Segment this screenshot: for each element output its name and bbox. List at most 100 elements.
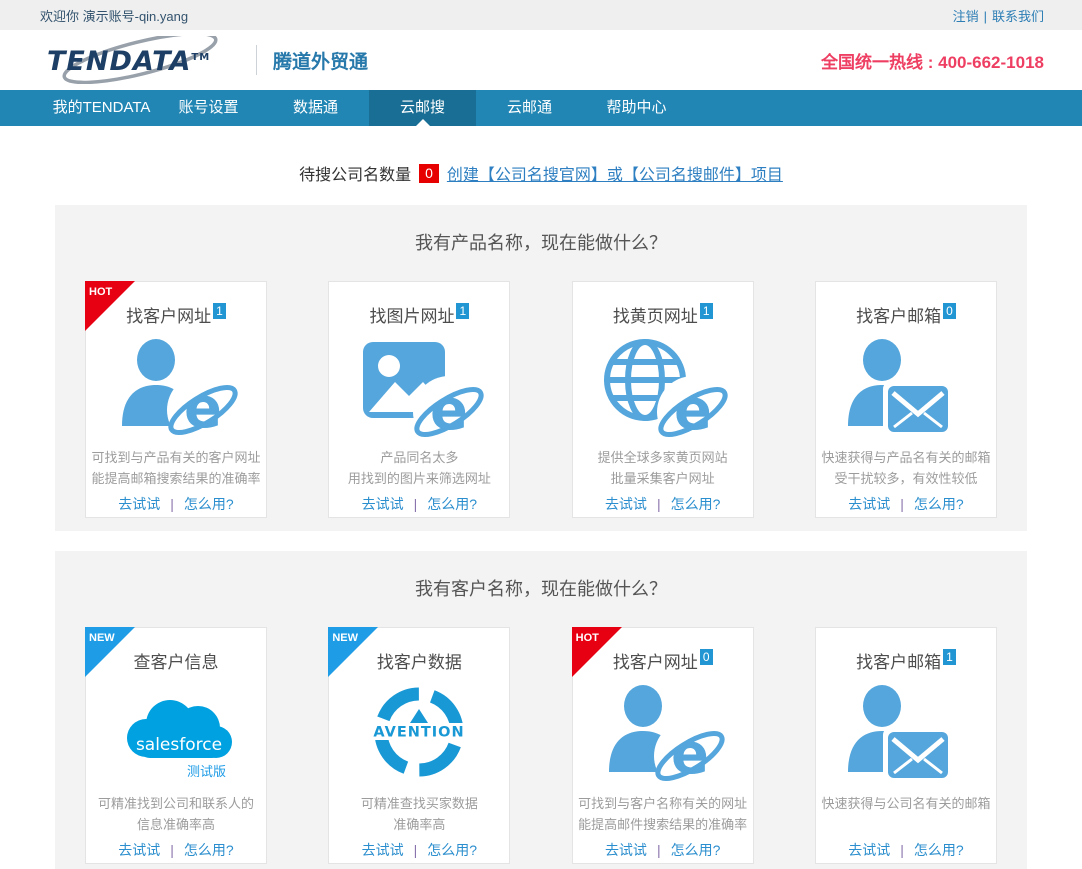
nav-tab-label: 账号设置 — [178, 99, 238, 116]
count-badge: 0 — [700, 649, 713, 665]
feature-card: 找图片网址 1 e 产品同名太多 用找到的图片来筛选网址 去试试 | 怎么用? — [328, 281, 510, 518]
svg-text:e: e — [671, 722, 709, 787]
card-actions: 去试试|怎么用? — [605, 494, 720, 514]
card-description: 可精准找到公司和联系人的 信息准确率高 — [98, 793, 254, 835]
count-badge: 0 — [943, 303, 956, 319]
try-it-link[interactable]: 去试试 — [605, 842, 647, 858]
action-separator: | — [414, 496, 418, 512]
card-actions: 去试试 | 怎么用? — [848, 494, 963, 514]
card-title: 找客户邮箱 — [856, 302, 941, 327]
ribbon-label: NEW — [332, 632, 358, 644]
card-actions: 去试试|怎么用? — [118, 494, 233, 514]
section-product-name: 我有产品名称，现在能做什么？ HOT 找客户网址 1 e 可找到与产品有关的客户… — [55, 205, 1027, 531]
card-description: 快速获得与产品名有关的邮箱 受干扰较多，有效性较低 — [821, 447, 990, 489]
feature-card: NEW 找客户数据 AVENTION 可精准查找买家数据 准确率高 去试试|怎么… — [328, 627, 510, 864]
welcome-text: 欢迎你 演示账号-qin.yang — [40, 6, 188, 25]
description-line-2: 准确率高 — [361, 814, 478, 835]
description-line-1: 可找到与产品有关的客户网址 — [91, 447, 260, 468]
svg-text:e: e — [674, 378, 712, 443]
description-line-2: 信息准确率高 — [98, 814, 254, 835]
try-it-link[interactable]: 去试试 — [605, 496, 647, 512]
description-line-1: 产品同名太多 — [348, 447, 491, 468]
logout-link[interactable]: 注销 — [953, 9, 979, 24]
ribbon-label: HOT — [89, 286, 112, 298]
create-project-link[interactable]: 创建【公司名搜官网】或【公司名搜邮件】项目 — [447, 161, 783, 185]
description-line-1: 快速获得与公司名有关的邮箱 — [821, 793, 990, 814]
how-to-use-link[interactable]: 怎么用? — [914, 496, 964, 512]
card-description: 快速获得与公司名有关的邮箱 — [821, 793, 990, 835]
contact-us-link[interactable]: 联系我们 — [992, 9, 1044, 24]
action-separator: | — [900, 496, 904, 512]
product-name: 腾道外贸通 — [273, 47, 368, 74]
try-it-link[interactable]: 去试试 — [118, 842, 160, 858]
ribbon: NEW — [85, 627, 135, 677]
how-to-use-link[interactable]: 怎么用? — [184, 496, 234, 512]
card-title: 找客户网址 — [126, 302, 211, 327]
how-to-use-link[interactable]: 怎么用? — [427, 496, 477, 512]
card-description: 可找到与客户名称有关的网址 能提高邮件搜索结果的准确率 — [578, 793, 747, 835]
svg-text:测试版: 测试版 — [187, 765, 226, 780]
card-title-row: 找图片网址 1 — [369, 302, 469, 327]
nav-tab[interactable]: 我的TENDATA — [48, 90, 155, 126]
feature-card: 找黄页网址 1 e 提供全球多家黄页网站 批量采集客户网址 去试试|怎么用? — [572, 281, 754, 518]
top-bar: 欢迎你 演示账号-qin.yang 注销|联系我们 — [0, 0, 1082, 30]
card-description: 可精准查找买家数据 准确率高 — [361, 793, 478, 835]
card-icon: e — [349, 329, 489, 447]
card-actions: 去试试 | 怎么用? — [362, 494, 477, 514]
action-separator: | — [170, 842, 174, 858]
card-actions: 去试试 | 怎么用? — [362, 840, 477, 860]
how-to-use-link[interactable]: 怎么用? — [184, 842, 234, 858]
description-line-1: 快速获得与产品名有关的邮箱 — [821, 447, 990, 468]
card-title-row: 找客户数据 — [377, 648, 462, 673]
description-line-2: 受干扰较多，有效性较低 — [821, 468, 990, 489]
nav-tab[interactable]: 云邮通 — [476, 90, 583, 126]
how-to-use-link[interactable]: 怎么用? — [914, 842, 964, 858]
nav-tab[interactable]: 账号设置 — [155, 90, 262, 126]
card-title: 找图片网址 — [369, 302, 454, 327]
logo-tm: TM — [191, 52, 210, 63]
cards-row: NEW 查客户信息 salesforce 测试版 可精准找到公司和联系人的 信息… — [55, 601, 1027, 864]
active-tab-caret-icon — [416, 119, 430, 126]
nav-tab[interactable]: 帮助中心 — [583, 90, 690, 126]
pending-count-label: 待搜公司名数量 — [299, 161, 411, 185]
action-separator: | — [900, 842, 904, 858]
card-icon: e — [106, 329, 246, 447]
card-actions: 去试试|怎么用? — [605, 840, 720, 860]
feature-card: 找客户邮箱 1 快速获得与公司名有关的邮箱 去试试 | 怎么用? — [815, 627, 997, 864]
card-title-row: 找客户邮箱 1 — [856, 648, 956, 673]
nav-tab-label: 云邮通 — [507, 99, 552, 116]
card-description: 可找到与产品有关的客户网址 能提高邮箱搜索结果的准确率 — [91, 447, 260, 489]
card-title: 找客户网址 — [613, 648, 698, 673]
card-title-row: 找客户网址 1 — [126, 302, 226, 327]
nav-tab-label: 数据通 — [293, 99, 338, 116]
card-icon: salesforce 测试版 — [106, 675, 246, 793]
card-title: 找客户数据 — [377, 648, 462, 673]
card-actions: 去试试 | 怎么用? — [848, 840, 963, 860]
action-separator: | — [414, 842, 418, 858]
section-title: 我有客户名称，现在能做什么？ — [55, 551, 1027, 601]
description-line-2: 用找到的图片来筛选网址 — [348, 468, 491, 489]
try-it-link[interactable]: 去试试 — [848, 496, 890, 512]
nav-tab[interactable]: 数据通 — [262, 90, 369, 126]
try-it-link[interactable]: 去试试 — [362, 496, 404, 512]
header: TENDATATM 腾道外贸通 全国统一热线 : 400-662-1018 — [0, 30, 1082, 90]
feature-card: HOT 找客户网址 0 e 可找到与客户名称有关的网址 能提高邮件搜索结果的准确… — [572, 627, 754, 864]
try-it-link[interactable]: 去试试 — [362, 842, 404, 858]
card-description: 产品同名太多 用找到的图片来筛选网址 — [348, 447, 491, 489]
nav-tab-label: 我的TENDATA — [53, 99, 151, 116]
how-to-use-link[interactable]: 怎么用? — [671, 842, 721, 858]
how-to-use-link[interactable]: 怎么用? — [671, 496, 721, 512]
nav-tab[interactable]: 云邮搜 — [369, 90, 476, 126]
try-it-link[interactable]: 去试试 — [118, 496, 160, 512]
card-description: 提供全球多家黄页网站 批量采集客户网址 — [598, 447, 728, 489]
ribbon: HOT — [85, 281, 135, 331]
how-to-use-link[interactable]: 怎么用? — [427, 842, 477, 858]
try-it-link[interactable]: 去试试 — [848, 842, 890, 858]
feature-card: HOT 找客户网址 1 e 可找到与产品有关的客户网址 能提高邮箱搜索结果的准确… — [85, 281, 267, 518]
ribbon-label: NEW — [89, 632, 115, 644]
pending-count-badge: 0 — [419, 164, 439, 183]
svg-text:e: e — [184, 376, 222, 441]
card-title-row: 查客户信息 — [134, 648, 219, 673]
header-divider — [256, 45, 257, 75]
count-badge: 1 — [213, 303, 226, 319]
